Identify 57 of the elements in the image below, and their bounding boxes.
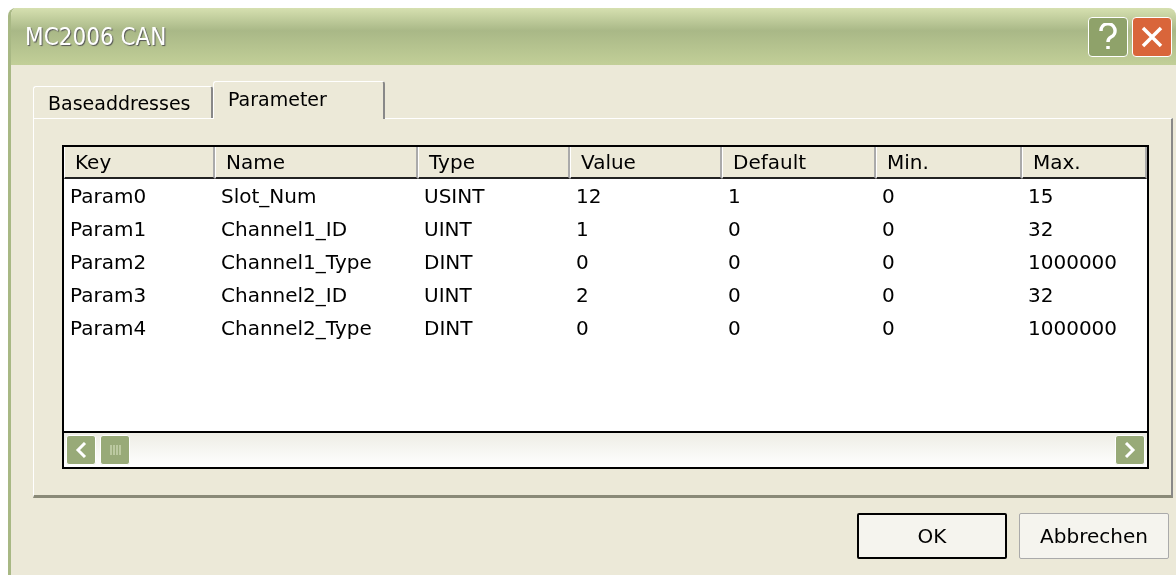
window-title: MC2006 CAN: [25, 22, 168, 51]
table-cell-text: Channel1_Type: [220, 248, 373, 276]
table-cell-text: UINT: [423, 281, 473, 309]
table-cell-text: Channel1_ID: [220, 215, 349, 243]
column-header[interactable]: Min.: [876, 147, 1022, 179]
table-cell-text: 1: [727, 182, 742, 210]
table-cell-text: Param0: [69, 182, 148, 210]
table-cell-text: 0: [881, 248, 896, 276]
table-cell-text: 32: [1027, 215, 1055, 243]
table-cell-text: 32: [1027, 281, 1055, 309]
scroll-left-button[interactable]: [66, 435, 96, 465]
help-button[interactable]: [1088, 16, 1128, 57]
column-header[interactable]: Default: [722, 147, 876, 179]
table-cell-text: 12: [575, 182, 603, 210]
table-cell-text: 0: [727, 248, 742, 276]
table-cell-text: 0: [881, 215, 896, 243]
table-cell-text: 0: [881, 281, 896, 309]
dialog-button[interactable]: Abbrechen: [1019, 513, 1169, 559]
horizontal-scrollbar[interactable]: [64, 431, 1147, 467]
column-header[interactable]: Key: [64, 147, 215, 179]
table-cell-text: 1000000: [1027, 314, 1119, 342]
scroll-thumb[interactable]: [100, 435, 130, 465]
table-cell-text: 0: [881, 314, 896, 342]
tab[interactable]: Baseaddresses: [33, 86, 213, 118]
table-cell-text: Param2: [69, 248, 148, 276]
table-cell-text: Param3: [69, 281, 148, 309]
table-cell-text: 1000000: [1027, 248, 1119, 276]
help-icon: [1097, 22, 1119, 51]
table-cell-text: Channel2_ID: [220, 281, 349, 309]
chevron-right-icon: [1124, 442, 1136, 458]
table-cell-text: USINT: [423, 182, 486, 210]
dialog-button[interactable]: OK: [857, 513, 1007, 559]
table-cell-text: Param1: [69, 215, 148, 243]
table-cell-text: 2: [575, 281, 590, 309]
scroll-right-button[interactable]: [1115, 435, 1145, 465]
table-cell-text: Param4: [69, 314, 148, 342]
column-header[interactable]: Value: [570, 147, 722, 179]
table-cell-text: Channel2_Type: [220, 314, 373, 342]
table-cell-text: 0: [727, 281, 742, 309]
table-cell-text: 0: [727, 314, 742, 342]
column-header[interactable]: Type: [418, 147, 570, 179]
tab[interactable]: Parameter: [213, 81, 385, 119]
table-cell-text: 0: [881, 182, 896, 210]
chevron-left-icon: [75, 442, 87, 458]
table-cell-text: 1: [575, 215, 590, 243]
column-header[interactable]: Max.: [1022, 147, 1147, 179]
close-button[interactable]: [1132, 16, 1172, 57]
table-cell-text: DINT: [423, 248, 474, 276]
table-cell-text: Slot_Num: [220, 182, 318, 210]
table-cell-text: DINT: [423, 314, 474, 342]
table-cell-text: 15: [1027, 182, 1055, 210]
table-cell-text: 0: [727, 215, 742, 243]
table-cell-text: 0: [575, 314, 590, 342]
close-icon: [1140, 24, 1164, 49]
table-cell-text: 0: [575, 248, 590, 276]
table-cell-text: UINT: [423, 215, 473, 243]
column-header[interactable]: Name: [215, 147, 418, 179]
